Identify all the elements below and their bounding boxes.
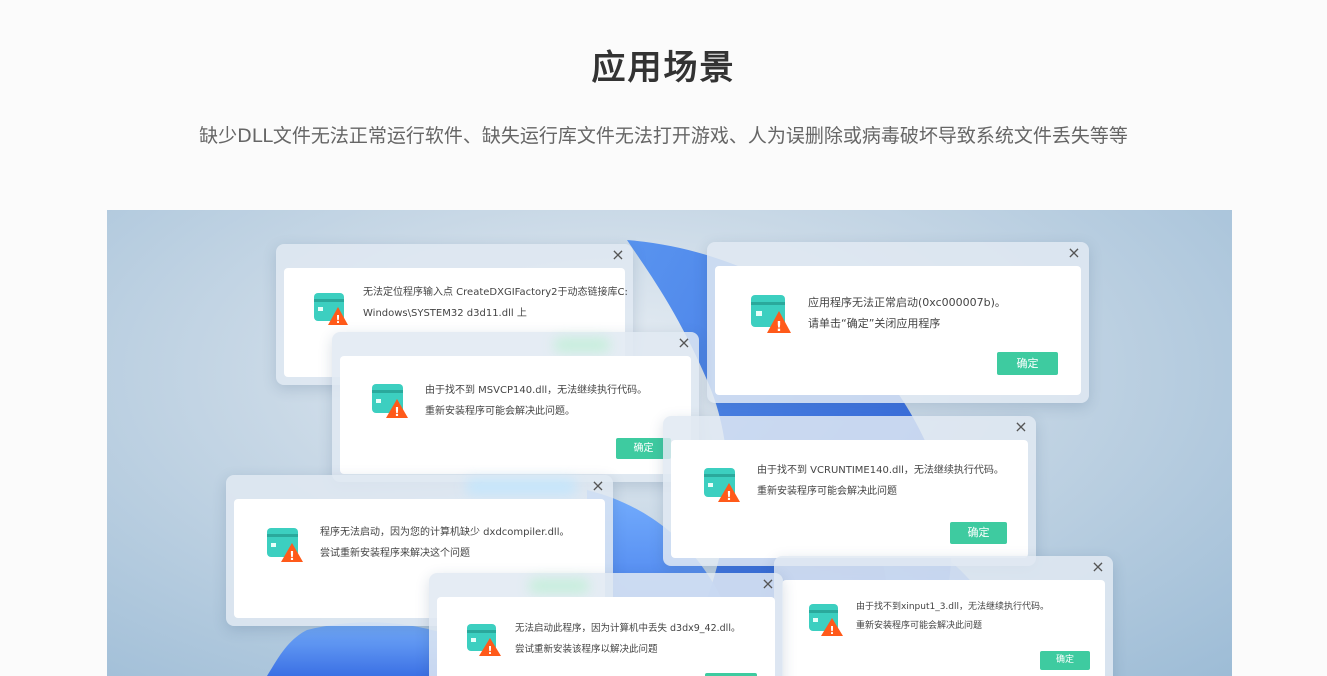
error-dialog: × ! 由于找不到 VCRUNTIME140.dll，无法继续执行代码。 重新安… xyxy=(663,416,1036,566)
dialog-message-line: 无法定位程序输入点 CreateDXGIFactory2于动态链接库C: xyxy=(363,287,628,298)
svg-text:!: ! xyxy=(726,489,731,502)
close-icon[interactable]: × xyxy=(677,335,691,351)
app-warning-icon: ! xyxy=(314,293,348,325)
app-warning-icon: ! xyxy=(751,295,791,333)
close-icon[interactable]: × xyxy=(761,576,775,592)
close-icon[interactable]: × xyxy=(1067,245,1081,261)
svg-text:!: ! xyxy=(776,320,782,333)
dialog-message-line: 尝试重新安装程序来解决这个问题 xyxy=(320,548,470,559)
dialog-body: ! 由于找不到xinput1_3.dll，无法继续执行代码。 重新安装程序可能会… xyxy=(782,580,1105,676)
dialog-message-line: 由于找不到xinput1_3.dll，无法继续执行代码。 xyxy=(856,602,1050,612)
svg-text:!: ! xyxy=(829,624,834,636)
dialog-body: ! 无法启动此程序，因为计算机中丢失 d3dx9_42.dll。 尝试重新安装该… xyxy=(437,597,775,676)
ok-button[interactable]: 确定 xyxy=(997,352,1058,375)
dialog-message-line: Windows\SYSTEM32 d3d11.dll 上 xyxy=(363,308,527,319)
app-warning-icon: ! xyxy=(467,624,501,656)
scene-illustration: × ! 无法定位程序输入点 CreateDXGIFactory2于动态链接库C:… xyxy=(107,210,1232,676)
close-icon[interactable]: × xyxy=(1091,559,1105,575)
dialog-message-line: 程序无法启动，因为您的计算机缺少 dxdcompiler.dll。 xyxy=(320,527,570,538)
close-icon[interactable]: × xyxy=(611,247,625,263)
dialog-message-line: 由于找不到 VCRUNTIME140.dll，无法继续执行代码。 xyxy=(757,465,1004,476)
ok-button[interactable]: 确定 xyxy=(950,522,1007,544)
close-icon[interactable]: × xyxy=(591,478,605,494)
dialog-message-line: 重新安装程序可能会解决此问题 xyxy=(856,621,983,631)
decorative-blob xyxy=(554,338,610,352)
decorative-blob xyxy=(529,579,589,593)
app-warning-icon: ! xyxy=(809,604,843,636)
svg-text:!: ! xyxy=(394,405,399,418)
dialog-body: ! 由于找不到 VCRUNTIME140.dll，无法继续执行代码。 重新安装程… xyxy=(671,440,1028,558)
dialog-message-line: 请单击“确定”关闭应用程序 xyxy=(808,317,941,330)
close-icon[interactable]: × xyxy=(1014,419,1028,435)
dialog-message-line: 由于找不到 MSVCP140.dll，无法继续执行代码。 xyxy=(425,385,648,396)
dialog-message-line: 重新安装程序可能会解决此问题 xyxy=(757,486,897,497)
ok-button[interactable]: 确定 xyxy=(1040,651,1090,670)
error-dialog: × ! 由于找不到 MSVCP140.dll，无法继续执行代码。 重新安装程序可… xyxy=(332,332,699,482)
app-warning-icon: ! xyxy=(372,384,408,418)
dialog-message-line: 应用程序无法正常启动(0xc000007b)。 xyxy=(808,296,1006,309)
dialog-message-line: 重新安装程序可能会解决此问题。 xyxy=(425,406,575,417)
app-warning-icon: ! xyxy=(267,528,303,562)
svg-text:!: ! xyxy=(289,549,294,562)
dialog-message-line: 尝试重新安装该程序以解决此问题 xyxy=(515,644,658,655)
svg-text:!: ! xyxy=(335,313,340,325)
dialog-body: ! 由于找不到 MSVCP140.dll，无法继续执行代码。 重新安装程序可能会… xyxy=(340,356,691,474)
dialog-message-line: 无法启动此程序，因为计算机中丢失 d3dx9_42.dll。 xyxy=(515,623,741,634)
app-warning-icon: ! xyxy=(704,468,740,502)
decorative-blob xyxy=(466,479,576,495)
error-dialog: × ! 无法启动此程序，因为计算机中丢失 d3dx9_42.dll。 尝试重新安… xyxy=(429,573,783,676)
error-dialog: × ! 应用程序无法正常启动(0xc000007b)。 请单击“确定”关闭应用程… xyxy=(707,242,1089,403)
svg-text:!: ! xyxy=(487,644,492,656)
error-dialog: × ! 由于找不到xinput1_3.dll，无法继续执行代码。 重新安装程序可… xyxy=(774,556,1113,676)
page-title: 应用场景 xyxy=(591,48,736,88)
dialog-body: ! 应用程序无法正常启动(0xc000007b)。 请单击“确定”关闭应用程序 … xyxy=(715,266,1081,395)
page-subtitle: 缺少DLL文件无法正常运行软件、缺失运行库文件无法打开游戏、人为误删除或病毒破坏… xyxy=(199,125,1128,147)
